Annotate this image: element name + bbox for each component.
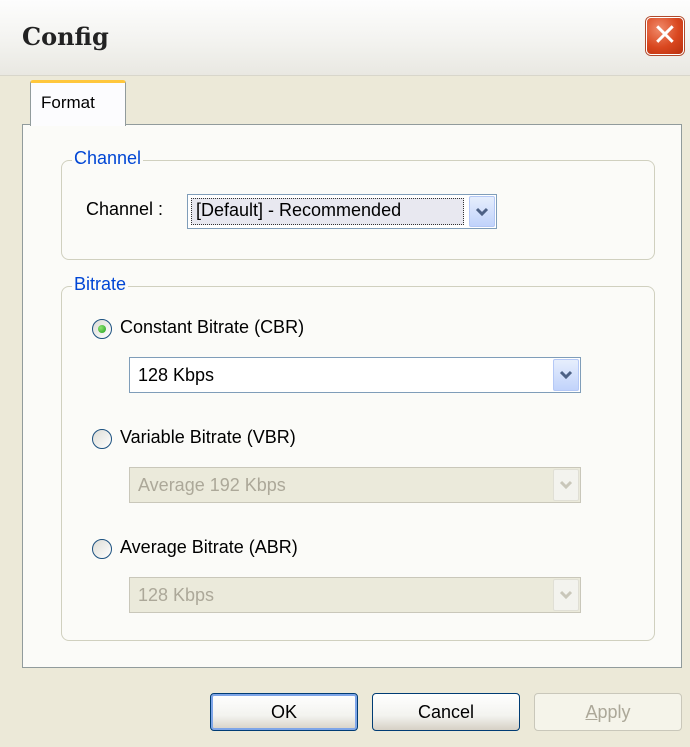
tab-format[interactable]: Format [30,80,126,126]
cbr-dropdown-button[interactable] [553,359,579,391]
bitrate-groupbox: Bitrate Constant Bitrate (CBR) 128 Kbps … [61,274,655,641]
cbr-dropdown-value: 128 Kbps [138,365,215,385]
channel-groupbox: Channel Channel : [Default] - Recommende… [61,148,655,260]
abr-radio[interactable] [92,539,112,559]
bitrate-group-legend: Bitrate [72,274,129,295]
apply-rest: pply [597,701,631,722]
tab-format-label: Format [41,93,95,112]
cancel-button[interactable]: Cancel [372,693,520,731]
abr-dropdown-value: 128 Kbps [138,585,215,605]
chevron-down-icon [559,480,573,490]
chevron-down-icon [559,370,573,380]
vbr-label[interactable]: Variable Bitrate (VBR) [120,427,296,448]
close-icon: ✕ [652,18,678,53]
chevron-down-icon [559,590,573,600]
vbr-dropdown-button[interactable] [553,469,579,501]
apply-button[interactable]: Apply [534,693,682,731]
apply-mnemonic: A [585,701,598,722]
close-button[interactable]: ✕ [646,17,684,55]
ok-button-label: OK [270,701,297,722]
cancel-button-label: Cancel [417,701,475,722]
channel-dropdown-button[interactable] [469,196,495,227]
channel-dropdown-value: [Default] - Recommended [196,200,402,220]
vbr-dropdown-value: Average 192 Kbps [138,475,286,495]
window-title: Config [22,22,109,51]
cbr-dropdown[interactable]: 128 Kbps [129,357,581,393]
vbr-radio[interactable] [92,429,112,449]
title-bar[interactable]: Config ✕ [0,0,690,76]
config-dialog: Config ✕ Format Channel Channel : [Defau… [0,0,690,747]
chevron-down-icon [475,207,489,216]
cbr-radio-dot [98,325,106,333]
abr-dropdown[interactable]: 128 Kbps [129,577,581,613]
abr-label[interactable]: Average Bitrate (ABR) [120,537,298,558]
channel-group-legend: Channel [72,148,144,169]
channel-dropdown[interactable]: [Default] - Recommended [187,194,497,229]
channel-label: Channel : [86,199,164,219]
cbr-label[interactable]: Constant Bitrate (CBR) [120,317,304,338]
apply-button-label: Apply [585,702,630,723]
vbr-dropdown[interactable]: Average 192 Kbps [129,467,581,503]
abr-dropdown-button[interactable] [553,579,579,611]
tab-panel-format: Channel Channel : [Default] - Recommende… [22,124,682,668]
ok-button[interactable]: OK [210,693,358,731]
cbr-radio[interactable] [92,319,112,339]
